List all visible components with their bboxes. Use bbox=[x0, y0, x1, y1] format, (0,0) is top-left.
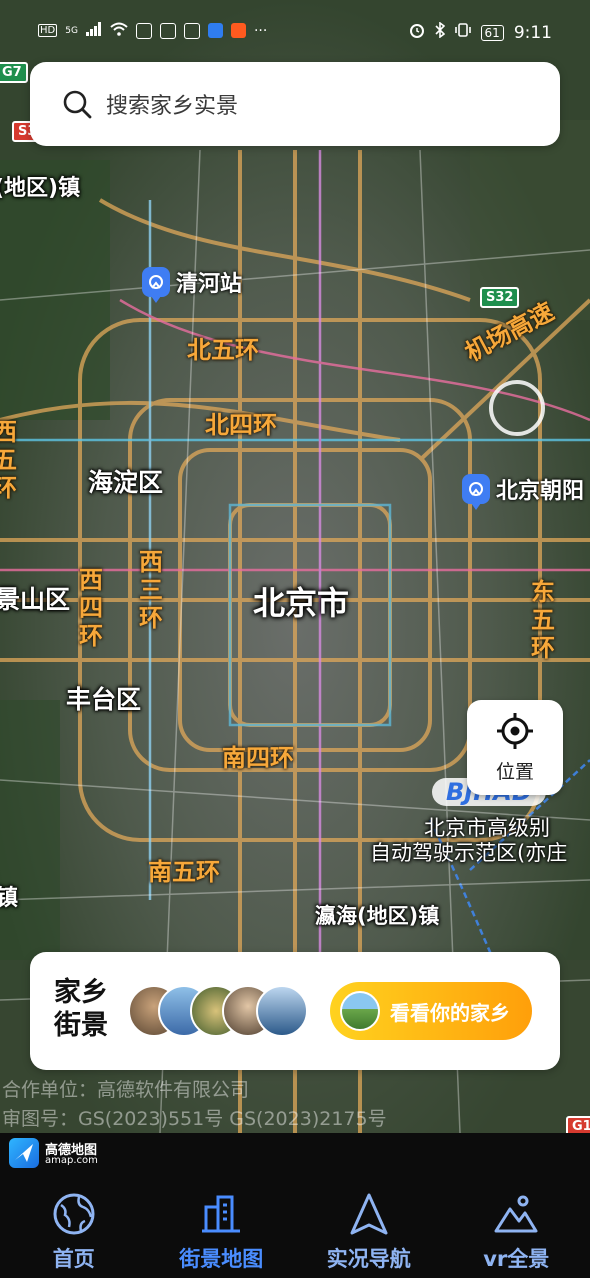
card-title-line2: 街景 bbox=[54, 1010, 108, 1041]
autonomous-zone-label-2: 自动驾驶示范区(亦庄 bbox=[370, 841, 568, 865]
navigation-arrow-icon bbox=[350, 1193, 388, 1235]
vibrate-icon bbox=[454, 22, 471, 43]
tab-label: vr全景 bbox=[483, 1247, 550, 1271]
station-beijing-chaoyang[interactable]: 北京朝阳 bbox=[462, 473, 585, 510]
signal-icon bbox=[85, 22, 102, 39]
5g-indicator: 5G bbox=[65, 25, 78, 36]
tab-label: 街景地图 bbox=[179, 1247, 264, 1271]
app-icon bbox=[135, 22, 152, 39]
tab-label: 实况导航 bbox=[326, 1247, 411, 1271]
ring-label-east5: 东五环 bbox=[531, 578, 555, 662]
highway-shield-g7: G7 bbox=[0, 62, 28, 83]
tab-live-navigation[interactable]: 实况导航 bbox=[295, 1175, 443, 1278]
map-approval-number: 审图号：GS(2023)551号 GS(2023)2175号 bbox=[2, 1108, 387, 1130]
partner-attribution: 合作单位：高德软件有限公司 bbox=[2, 1079, 250, 1101]
locate-button[interactable]: 位置 bbox=[467, 700, 563, 795]
tab-home[interactable]: 首页 bbox=[0, 1175, 148, 1278]
avatar-stack bbox=[128, 985, 338, 1037]
ring-label-north4: 北四环 bbox=[205, 411, 277, 439]
search-bar[interactable]: 搜索家乡实景 bbox=[30, 62, 560, 146]
search-icon bbox=[63, 90, 92, 119]
hometown-thumbnail bbox=[340, 991, 380, 1031]
bluetooth-icon bbox=[434, 21, 445, 43]
battery-icon: 61 bbox=[480, 24, 504, 41]
station-label: 清河站 bbox=[176, 272, 243, 297]
avatar bbox=[256, 985, 308, 1037]
mountain-panorama-icon bbox=[494, 1195, 538, 1233]
card-title-line1: 家乡 bbox=[54, 977, 108, 1008]
wifi-icon bbox=[110, 22, 128, 39]
edge-town-label: (地区)镇 bbox=[0, 176, 81, 201]
see-your-hometown-button[interactable]: 看看你的家乡 bbox=[330, 982, 532, 1040]
station-qinghe[interactable]: 清河站 bbox=[142, 266, 243, 303]
bottom-tab-bar: 首页 街景地图 实况导航 vr全景 bbox=[0, 1175, 590, 1278]
ring-label-south5: 南五环 bbox=[148, 858, 220, 886]
ring-label-north5: 北五环 bbox=[187, 336, 259, 364]
ring-label-south4: 南四环 bbox=[222, 744, 294, 772]
city-label-beijing: 北京市 bbox=[253, 584, 350, 622]
ring-label-west4: 西四环 bbox=[79, 566, 103, 650]
station-label: 北京朝阳 bbox=[496, 479, 585, 504]
app-icon bbox=[159, 22, 176, 39]
district-yinghai: 瀛海(地区)镇 bbox=[315, 904, 440, 928]
button-label: 看看你的家乡 bbox=[390, 1000, 510, 1025]
train-station-icon bbox=[462, 474, 490, 510]
clock: 9:11 bbox=[513, 22, 552, 43]
shield-app-icon bbox=[207, 23, 223, 38]
locate-label: 位置 bbox=[495, 761, 534, 783]
alarm-icon bbox=[409, 22, 425, 43]
hometown-streetview-card[interactable]: 家乡 街景 看看你的家乡 bbox=[30, 952, 560, 1070]
train-station-icon bbox=[142, 267, 170, 303]
tab-vr-panorama[interactable]: vr全景 bbox=[443, 1175, 590, 1278]
district-fengtai: 丰台区 bbox=[66, 685, 142, 714]
amap-logo-icon bbox=[9, 1138, 39, 1168]
district-haidian: 海淀区 bbox=[88, 468, 164, 497]
amap-brand-strip: 高德地图 amap.com bbox=[0, 1133, 590, 1175]
more-icon: ··· bbox=[253, 22, 268, 39]
ring-label-west5: 西五环 bbox=[0, 418, 17, 502]
status-bar: HD 5G ··· 61 9:11 bbox=[0, 0, 590, 62]
globe-icon bbox=[53, 1193, 95, 1235]
hd-indicator: HD bbox=[38, 24, 58, 37]
search-input-placeholder: 搜索家乡实景 bbox=[106, 94, 239, 119]
district-shijingshan: 石景山区 bbox=[0, 585, 71, 614]
card-title: 家乡 街景 bbox=[54, 976, 124, 1042]
tab-streetview-map[interactable]: 街景地图 bbox=[148, 1175, 296, 1278]
highway-shield-s32: S32 bbox=[480, 287, 520, 308]
taobao-icon bbox=[230, 23, 246, 38]
amap-url: amap.com bbox=[45, 1155, 98, 1166]
highway-shield-g1: G1 bbox=[566, 1116, 590, 1133]
edge-town-label: 镇 bbox=[0, 886, 19, 911]
app-icon bbox=[183, 22, 200, 39]
ring-label-west3: 西三环 bbox=[139, 548, 163, 632]
tab-label: 首页 bbox=[52, 1247, 95, 1271]
buildings-icon bbox=[202, 1195, 241, 1233]
crosshair-icon bbox=[497, 713, 533, 749]
